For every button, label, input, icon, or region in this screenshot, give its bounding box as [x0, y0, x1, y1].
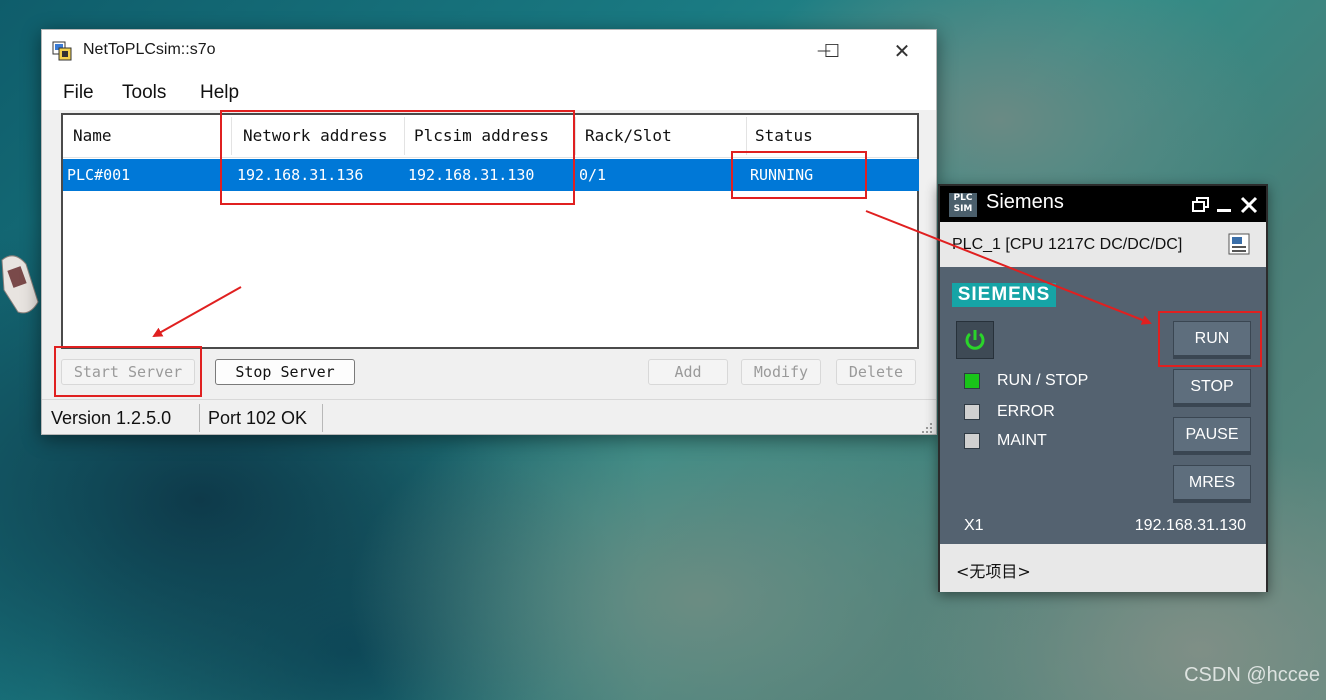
menu-file[interactable]: File	[63, 82, 94, 104]
led-indicator	[964, 404, 980, 420]
resize-grip-icon[interactable]	[920, 421, 934, 435]
port-status: Port 102 OK	[208, 408, 308, 428]
close-icon[interactable]	[1240, 196, 1258, 214]
menu-help[interactable]: Help	[200, 82, 239, 104]
annotation-box-status	[731, 151, 867, 199]
column-name[interactable]: Name	[73, 126, 112, 145]
memory-card-icon[interactable]	[1228, 233, 1250, 255]
ip-address: 192.168.31.130	[1134, 517, 1246, 534]
stop-button[interactable]: STOP	[1173, 369, 1251, 407]
stop-server-button[interactable]: Stop Server	[215, 359, 355, 385]
led-label: RUN / STOP	[997, 372, 1089, 389]
restore-icon[interactable]	[1192, 197, 1210, 213]
plcsim-window: PLC SIM Siemens PLC_1 [CPU 1217C DC/DC/D…	[938, 184, 1268, 592]
add-button[interactable]: Add	[648, 359, 728, 385]
plcsim-logo: PLC SIM	[949, 193, 977, 217]
column-divider[interactable]	[746, 117, 747, 155]
modify-button[interactable]: Modify	[741, 359, 821, 385]
close-button[interactable]: ✕	[878, 30, 926, 72]
boat-image	[1, 255, 39, 314]
window-title: NetToPLCsim::s7o	[83, 41, 216, 58]
status-bar: Version 1.2.5.0 Port 102 OK	[42, 399, 936, 437]
title-bar[interactable]: NetToPLCsim::s7o — ☐ ✕	[42, 30, 936, 72]
power-icon	[965, 330, 985, 350]
maximize-icon: ☐	[823, 40, 841, 62]
menu-bar: File Tools Help	[42, 72, 936, 110]
cpu-label: PLC_1 [CPU 1217C DC/DC/DC]	[952, 236, 1183, 253]
led-label: ERROR	[997, 403, 1055, 420]
minimize-icon[interactable]	[1216, 198, 1232, 214]
menu-tools[interactable]: Tools	[122, 82, 166, 104]
cell-name: PLC#001	[67, 166, 131, 184]
project-bar: <无项目>	[940, 544, 1266, 592]
plcsim-title: Siemens	[986, 191, 1064, 213]
column-divider[interactable]	[575, 117, 576, 155]
app-icon	[52, 41, 72, 61]
led-indicator	[964, 373, 980, 389]
annotation-box-addresses	[220, 110, 575, 205]
cpu-bar: PLC_1 [CPU 1217C DC/DC/DC]	[940, 222, 1266, 267]
project-label: <无项目>	[956, 562, 1031, 581]
led-indicator	[964, 433, 980, 449]
annotation-box-start-server	[54, 346, 202, 397]
column-status[interactable]: Status	[755, 126, 813, 145]
delete-button[interactable]: Delete	[836, 359, 916, 385]
status-divider	[199, 404, 200, 432]
plcsim-title-bar[interactable]: PLC SIM Siemens	[940, 186, 1266, 222]
maximize-button[interactable]: ☐	[808, 30, 856, 72]
siemens-logo: SIEMENS	[952, 283, 1056, 307]
annotation-box-run	[1158, 311, 1262, 367]
version-label: Version 1.2.5.0	[51, 408, 172, 428]
column-rack-slot[interactable]: Rack/Slot	[585, 126, 672, 145]
interface-label: X1	[964, 517, 984, 534]
close-icon: ✕	[893, 39, 911, 63]
mres-button[interactable]: MRES	[1173, 465, 1251, 503]
cell-rack-slot: 0/1	[579, 166, 607, 184]
led-label: MAINT	[997, 432, 1047, 449]
status-divider	[322, 404, 323, 432]
csdn-watermark: CSDN @hccee	[1184, 664, 1320, 686]
pause-button[interactable]: PAUSE	[1173, 417, 1251, 455]
power-button[interactable]	[956, 321, 994, 359]
